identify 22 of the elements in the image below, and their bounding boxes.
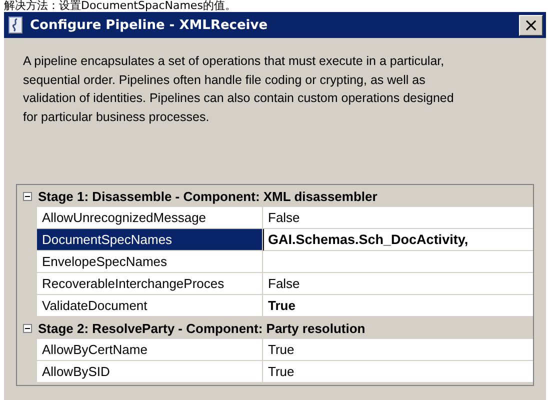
caption-text: 解决方法：设置DocumentSpacNames的值。 [3,0,237,12]
stage-header: Stage 1: Disassemble - Component: XML disassembler [38,188,378,204]
stage-header: Stage 2: ResolveParty - Component: Party resolution [38,320,366,336]
property-name[interactable]: ValidateDocument [37,295,263,317]
property-value: True [263,339,533,361]
description-text: A pipeline encapsulates a set of operations that must execute in a particular, sequential order. Pipelines often handle file coding or crypting, as well as validation of identities. Pipelines can also contain custom operations designed for particular business processes. [23,53,455,126]
window-title: Configure Pipeline - XMLReceive [30,18,269,32]
collapse-icon[interactable] [23,324,32,332]
property-name[interactable]: AllowByCertName [37,339,263,361]
property-value: True [263,295,533,317]
property-value: True [263,361,533,383]
document-icon [8,16,24,34]
property-name[interactable]: RecoverableInterchangeProces [37,273,263,295]
property-name[interactable]: EnvelopeSpecNames [37,251,263,273]
value-input-field[interactable]: GAI.Schemas.Sch_DocActivity, [263,229,533,251]
collapse-icon[interactable] [23,192,32,200]
property-value: False [263,207,533,229]
property-name[interactable]: AllowUnrecognizedMessage [37,207,263,229]
close-button[interactable]: × [519,14,543,36]
property-name[interactable]: AllowBySID [37,361,263,383]
property-name[interactable]: DocumentSpecNames [37,229,263,251]
property-value: False [263,273,533,295]
